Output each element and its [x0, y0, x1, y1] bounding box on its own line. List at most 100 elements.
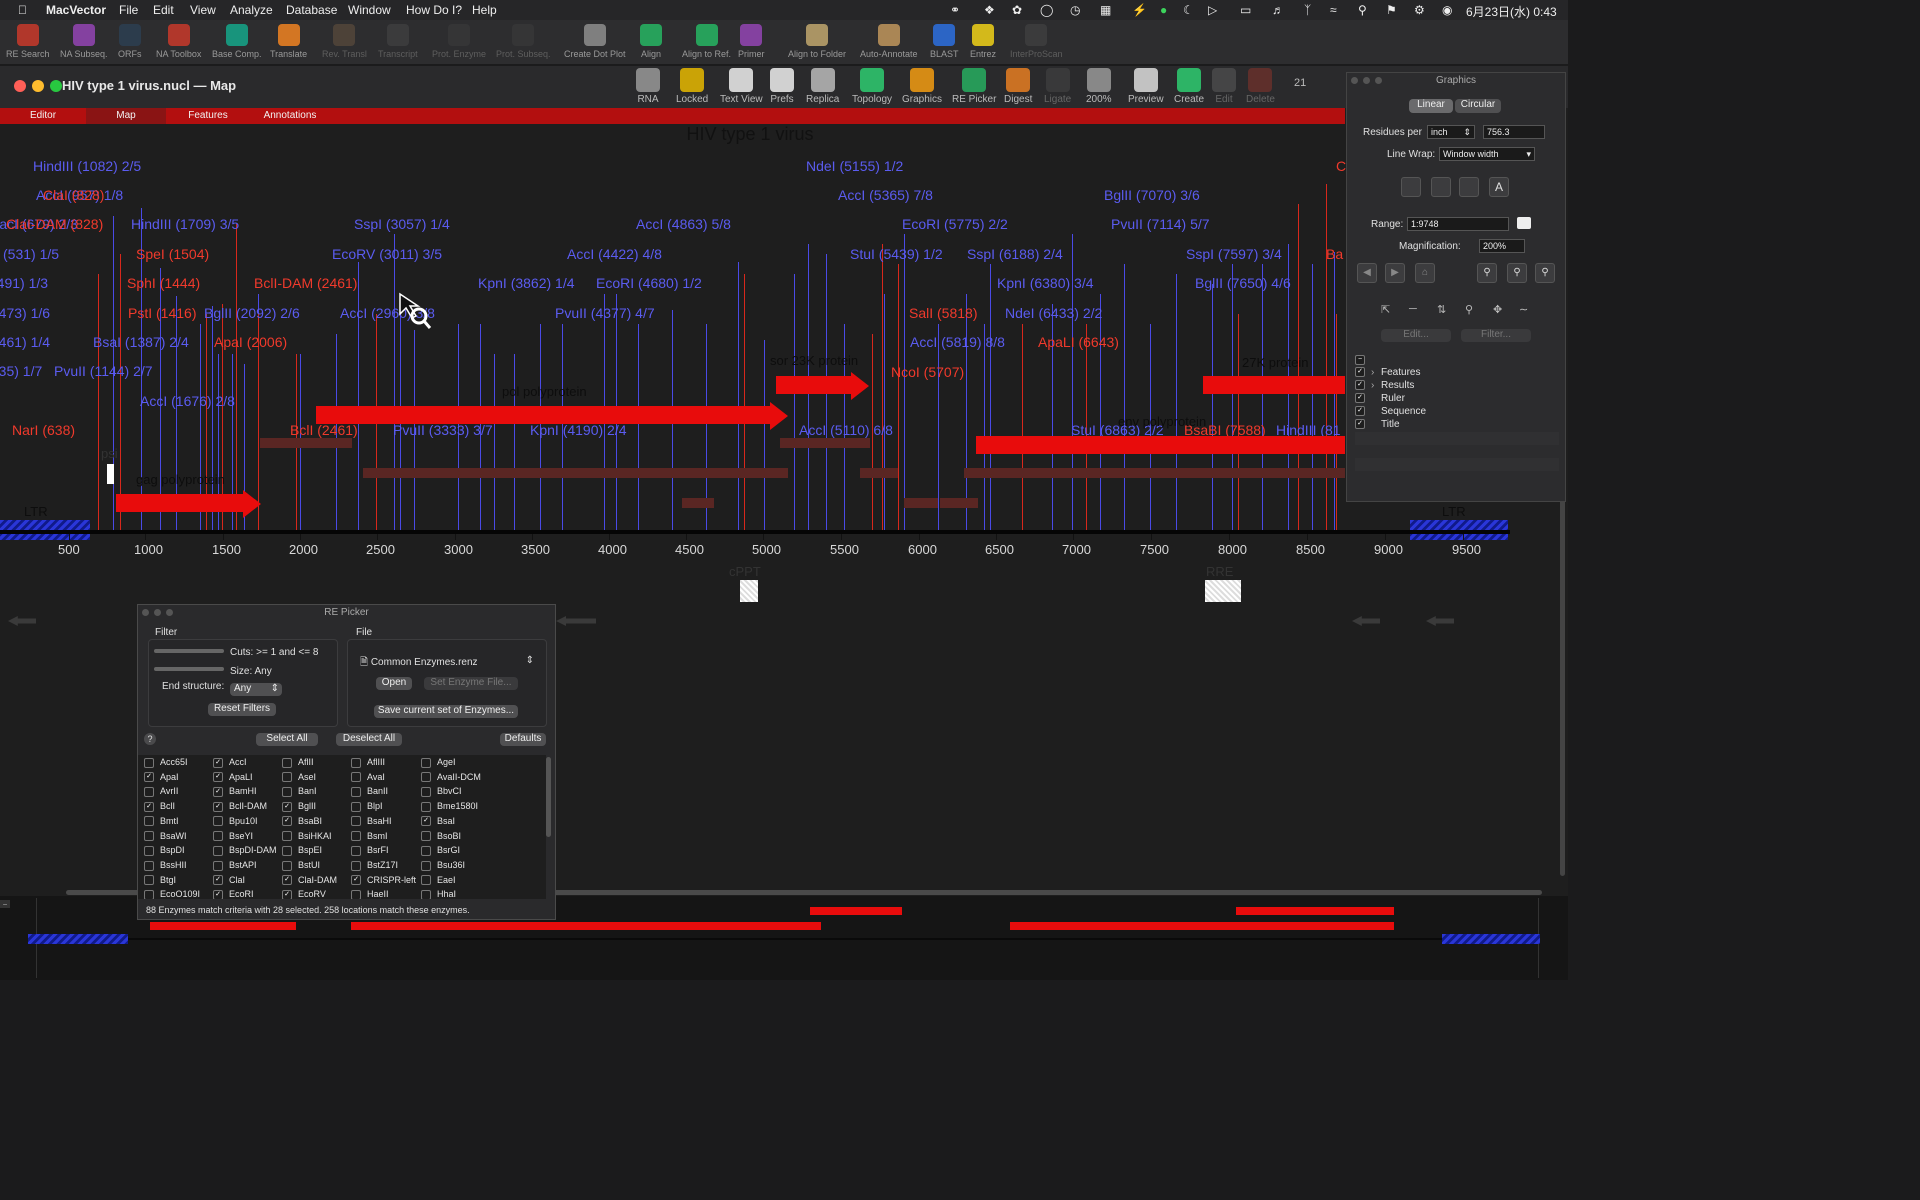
close-button[interactable]	[14, 80, 26, 92]
toolbar-button-primer[interactable]: Primer	[738, 22, 765, 59]
enzyme-checkbox[interactable]: ✓	[213, 772, 223, 783]
enzyme-checkbox[interactable]: ✓	[282, 875, 292, 886]
bluetooth-icon[interactable]: ᛉ	[1304, 3, 1311, 17]
cut-site-label[interactable]: (461) 1/4	[0, 334, 50, 350]
enzyme-checkbox[interactable]	[213, 831, 223, 842]
enzyme-checkbox[interactable]: ✓	[282, 816, 292, 827]
minor-feature-bar[interactable]	[904, 498, 938, 508]
toolbar-button-orfs[interactable]: ORFs	[118, 22, 142, 59]
reverse-feature-arrow[interactable]	[1426, 616, 1454, 626]
mode-linear-button[interactable]: Linear	[1409, 99, 1453, 113]
enzyme-item[interactable]: BsaWI	[144, 831, 187, 842]
enzyme-item[interactable]: BstAPI	[213, 860, 257, 871]
enzyme-checkbox[interactable]	[351, 787, 361, 798]
toolbar-button-rev-transl[interactable]: Rev. Transl	[322, 22, 367, 59]
enzyme-item[interactable]: BspEI	[282, 845, 322, 856]
cut-site-label[interactable]: EcoRI (4680) 1/2	[596, 275, 702, 291]
enzyme-checkbox[interactable]	[213, 860, 223, 871]
enzyme-item[interactable]: AseI	[282, 772, 316, 783]
menu-view[interactable]: View	[190, 3, 216, 17]
siri-icon[interactable]: ◉	[1442, 3, 1452, 17]
apple-icon[interactable]: 	[18, 3, 27, 17]
residues-value-field[interactable]: 756.3	[1483, 125, 1545, 139]
enzyme-checkbox[interactable]	[421, 831, 431, 842]
enzyme-checkbox[interactable]: ✓	[213, 801, 223, 812]
doc-toolbar-create[interactable]: Create	[1174, 68, 1204, 105]
deselect-all-button[interactable]: Deselect All	[336, 733, 402, 746]
cut-site-label[interactable]: ApaLI (6643)	[1038, 334, 1119, 350]
creative-cloud-icon[interactable]: ⚭	[950, 3, 960, 17]
enzyme-file-select[interactable]: 🗎 Common Enzymes.renz ⇕	[360, 655, 534, 669]
end-structure-select[interactable]: Any ⇕	[230, 683, 282, 696]
font-icon[interactable]: A	[1489, 177, 1509, 197]
toolbar-button-blast[interactable]: BLAST	[930, 22, 959, 59]
cut-site-label[interactable]: BglII (2092) 2/6	[204, 305, 300, 321]
enzyme-item[interactable]: ✓ EcoRI	[213, 889, 254, 899]
enzyme-item[interactable]: Acc65I	[144, 757, 188, 768]
enzyme-checkbox[interactable]	[282, 772, 292, 783]
enzyme-checkbox[interactable]: ✓	[144, 801, 154, 812]
tree-checkbox[interactable]: ✓	[1355, 419, 1365, 430]
enzyme-item[interactable]: BsaHI	[351, 816, 392, 827]
enzyme-item[interactable]: BsiHKAI	[282, 831, 332, 842]
cut-site-label[interactable]: (491) 1/3	[0, 275, 48, 291]
enzyme-item[interactable]: BanII	[351, 786, 388, 798]
toolbar-button-create-dot-plot[interactable]: Create Dot Plot	[564, 22, 626, 59]
save-enzyme-set-button[interactable]: Save current set of Enzymes...	[374, 705, 518, 718]
clock-icon[interactable]: ◷	[1070, 3, 1080, 17]
menu-database[interactable]: Database	[286, 3, 337, 17]
reverse-feature-arrow[interactable]	[556, 616, 596, 626]
minor-feature-bar[interactable]	[964, 468, 1345, 478]
mode-circular-button[interactable]: Circular	[1455, 99, 1501, 113]
doc-toolbar-prefs[interactable]: Prefs	[770, 68, 794, 105]
enzyme-checkbox[interactable]	[144, 889, 154, 899]
doc-toolbar-re-picker[interactable]: RE Picker	[952, 68, 996, 105]
cppt-box[interactable]	[740, 580, 758, 602]
toolbar-button-translate[interactable]: Translate	[270, 22, 307, 59]
enzyme-checkbox[interactable]	[144, 831, 154, 842]
enzyme-checkbox[interactable]	[421, 875, 431, 886]
menu-edit[interactable]: Edit	[153, 3, 174, 17]
toolbar-button-re-search[interactable]: RE Search	[6, 22, 50, 59]
cut-site-label[interactable]: HindIII (1082) 2/5	[33, 158, 141, 174]
tab-features[interactable]: Features	[172, 110, 244, 121]
enzyme-item[interactable]: ✓ ClaI	[213, 875, 245, 886]
app-grid-icon[interactable]: ▦	[1100, 3, 1111, 17]
cut-site-label[interactable]: (473) 1/6	[0, 305, 50, 321]
gag-polyprotein-bar[interactable]	[116, 494, 244, 512]
enzyme-item[interactable]: Bpu10I	[213, 816, 258, 827]
toolbar-button-align-to-folder[interactable]: Align to Folder	[788, 22, 846, 59]
cut-site-label[interactable]: NcoI (5707)	[891, 364, 964, 380]
cut-site-label[interactable]: PvuII (1144) 2/7	[54, 363, 153, 379]
toolbar-button-na-toolbox[interactable]: NA Toolbox	[156, 22, 201, 59]
enzyme-item[interactable]: BssHII	[144, 860, 187, 871]
cut-site-label[interactable]: PvuII (3333) 3/7	[393, 422, 493, 438]
enzyme-checkbox[interactable]	[421, 772, 431, 783]
cut-site-label[interactable]: SphI (1444)	[127, 275, 200, 291]
cut-site-label[interactable]: SalI (5818)	[909, 305, 977, 321]
minor-feature-bar[interactable]	[363, 468, 788, 478]
enzyme-item[interactable]: BanI	[282, 786, 317, 798]
enzyme-item[interactable]: ✓ ApaLI	[213, 772, 253, 783]
cut-site-label[interactable]: PvuII (7114) 5/7	[1111, 216, 1210, 232]
tree-row-features[interactable]: ✓ › Features	[1355, 367, 1559, 380]
enzyme-item[interactable]: HaeII	[351, 889, 389, 899]
enzyme-item[interactable]: BsoBI	[421, 831, 461, 842]
leaf-icon[interactable]: ✿	[1012, 3, 1022, 17]
enzyme-item[interactable]: ✓ AccI	[213, 757, 247, 768]
tree-collapse-all-checkbox[interactable]: −	[1355, 355, 1365, 366]
rre-box[interactable]	[1205, 580, 1241, 602]
enzyme-item[interactable]: BstZ17I	[351, 860, 398, 871]
magnify-tool-icon[interactable]: ⚲	[1465, 303, 1473, 316]
enzyme-item[interactable]: BspDI-DAM	[213, 845, 277, 856]
doc-toolbar-digest[interactable]: Digest	[1004, 68, 1032, 105]
reverse-feature-arrow[interactable]	[8, 616, 36, 626]
zoom-fit-icon[interactable]: ⚲	[1477, 263, 1497, 283]
tab-map[interactable]: Map	[86, 108, 166, 124]
print-layout-icon[interactable]	[1459, 177, 1479, 197]
arrow-left-icon[interactable]: ◀	[1357, 263, 1377, 283]
cut-site-label[interactable]: AccI (4863) 5/8	[636, 216, 731, 232]
cut-site-label[interactable]: SspI (7597) 3/4	[1186, 246, 1282, 262]
edit-button[interactable]: Edit...	[1381, 329, 1451, 342]
enzyme-item[interactable]: AvaI	[351, 772, 385, 783]
